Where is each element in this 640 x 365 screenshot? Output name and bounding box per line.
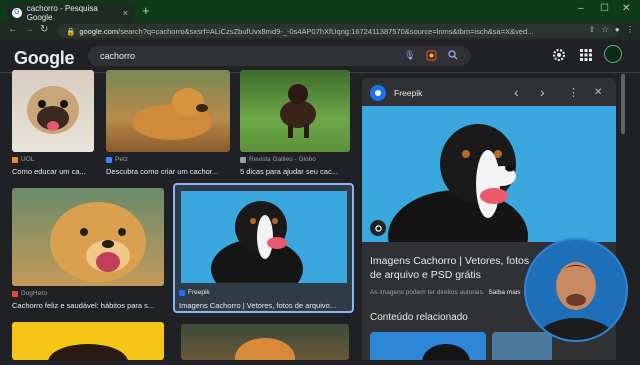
bernese-dog-illustration	[211, 201, 303, 283]
menu-dots-icon[interactable]: ⋮	[626, 25, 634, 34]
tab-title: cachorro - Pesquisa Google	[26, 3, 98, 22]
result-selected-card[interactable]: Freepik Imagens Cachorro | Vetores, foto…	[173, 183, 354, 313]
microphone-icon[interactable]: 🎙	[404, 50, 415, 61]
source-favicon-icon	[12, 156, 18, 163]
source-favicon-icon	[12, 290, 18, 297]
reload-icon[interactable]: ↻	[40, 24, 48, 35]
maximize-button[interactable]: ☐	[600, 3, 609, 14]
search-icon[interactable]	[448, 50, 458, 62]
pomeranian-illustration	[235, 338, 295, 365]
happy-golden-illustration	[50, 202, 146, 282]
address-bar[interactable]: 🔒 google.com/search?q=cachorro&sxsrf=ALi…	[58, 24, 618, 38]
result-image-dachshund[interactable]	[240, 70, 350, 152]
panel-header: Freepik ‹ › ⋮ ✕	[362, 78, 616, 106]
partial-dog-illustration	[48, 344, 128, 365]
result-image-golden[interactable]	[106, 70, 230, 152]
back-arrow-icon[interactable]: ←	[8, 24, 18, 35]
result-source: UOL	[12, 156, 34, 163]
golden-dog-illustration	[132, 88, 212, 140]
dachshund-illustration	[280, 84, 316, 138]
account-avatar[interactable]	[604, 45, 622, 63]
result-image-partial-2[interactable]	[181, 324, 349, 365]
browser-toolbar: ← → ↻ 🔒 google.com/search?q=cachorro&sxs…	[0, 22, 640, 40]
result-caption[interactable]: Descubra como criar um cachor...	[106, 167, 230, 176]
source-favicon-icon	[106, 156, 112, 163]
more-options-icon[interactable]: ⋮	[568, 86, 579, 99]
search-query: cachorro	[100, 51, 136, 61]
result-source: Petz	[106, 156, 128, 163]
tab-close-icon[interactable]: ×	[123, 8, 128, 18]
preview-image[interactable]	[362, 106, 616, 242]
browser-tab[interactable]: G cachorro - Pesquisa Google ×	[6, 3, 134, 22]
profile-icon[interactable]: ●	[615, 25, 620, 34]
google-logo[interactable]: Google	[14, 48, 75, 69]
result-image-bernese[interactable]	[181, 191, 347, 283]
lock-icon: 🔒	[66, 26, 76, 36]
result-source: Revista Galileu - Globo	[240, 156, 316, 163]
result-caption[interactable]: Imagens Cachorro | Vetores, fotos de arq…	[179, 301, 349, 310]
pug-illustration	[27, 86, 79, 134]
minimize-button[interactable]: –	[578, 3, 584, 14]
presenter-illustration	[534, 262, 618, 340]
related-thumbnail[interactable]	[370, 332, 486, 360]
bernese-dog-large-illustration	[388, 124, 528, 242]
camera-lens-icon[interactable]	[426, 50, 437, 63]
google-header: Google cachorro 🎙	[0, 40, 640, 73]
result-caption[interactable]: 5 dicas para ajudar seu cac...	[240, 167, 352, 176]
new-tab-button[interactable]: +	[142, 3, 150, 19]
freepik-logo-icon	[370, 85, 386, 101]
copyright-note: As imagens podem ter direitos autorais. …	[370, 289, 521, 296]
related-thumbnail[interactable]	[492, 332, 552, 360]
result-caption[interactable]: Cachorro feliz e saudável: hábitos para …	[12, 301, 166, 310]
related-content-heading: Conteúdo relacionado	[370, 312, 468, 323]
google-favicon-icon: G	[12, 7, 22, 18]
next-arrow-icon[interactable]: ›	[540, 84, 545, 100]
result-source: Freepik	[179, 289, 210, 296]
source-favicon-icon	[179, 289, 185, 296]
learn-more-link[interactable]: Saiba mais	[488, 289, 520, 296]
extension-icons: ⇪ ☆ ● ⋮	[589, 25, 634, 34]
result-caption[interactable]: Como educar um ca...	[12, 167, 98, 176]
url-path: /search?q=cachorro&sxsrf=ALiCzsZbufUvx8m…	[118, 26, 534, 36]
result-image-partial-1[interactable]	[12, 322, 164, 365]
result-image-pug[interactable]	[12, 70, 94, 152]
panel-source[interactable]: Freepik	[394, 88, 422, 98]
related-dog-illustration	[422, 344, 470, 360]
settings-gear-icon[interactable]	[552, 48, 566, 62]
previous-arrow-icon[interactable]: ‹	[514, 84, 519, 100]
result-source: DogHero	[12, 290, 47, 297]
source-favicon-icon	[240, 156, 246, 163]
scrollbar-thumb[interactable]	[621, 74, 625, 134]
star-icon[interactable]: ☆	[602, 25, 609, 34]
url-host: google.com	[79, 26, 119, 36]
scrollbar[interactable]	[620, 74, 626, 360]
panel-title[interactable]: Imagens Cachorro | Vetores, fotos de arq…	[370, 254, 540, 282]
apps-grid-icon[interactable]	[580, 49, 592, 61]
lens-search-icon[interactable]	[370, 220, 386, 236]
search-input[interactable]: cachorro 🎙	[88, 46, 470, 66]
result-image-golden-happy[interactable]	[12, 188, 164, 286]
close-window-button[interactable]: ✕	[622, 3, 630, 14]
share-icon[interactable]: ⇪	[589, 25, 596, 34]
webcam-overlay	[524, 238, 628, 342]
forward-arrow-icon[interactable]: →	[24, 24, 34, 35]
browser-title-bar: G cachorro - Pesquisa Google × + – ☐ ✕	[0, 0, 640, 22]
close-panel-icon[interactable]: ✕	[594, 87, 602, 98]
